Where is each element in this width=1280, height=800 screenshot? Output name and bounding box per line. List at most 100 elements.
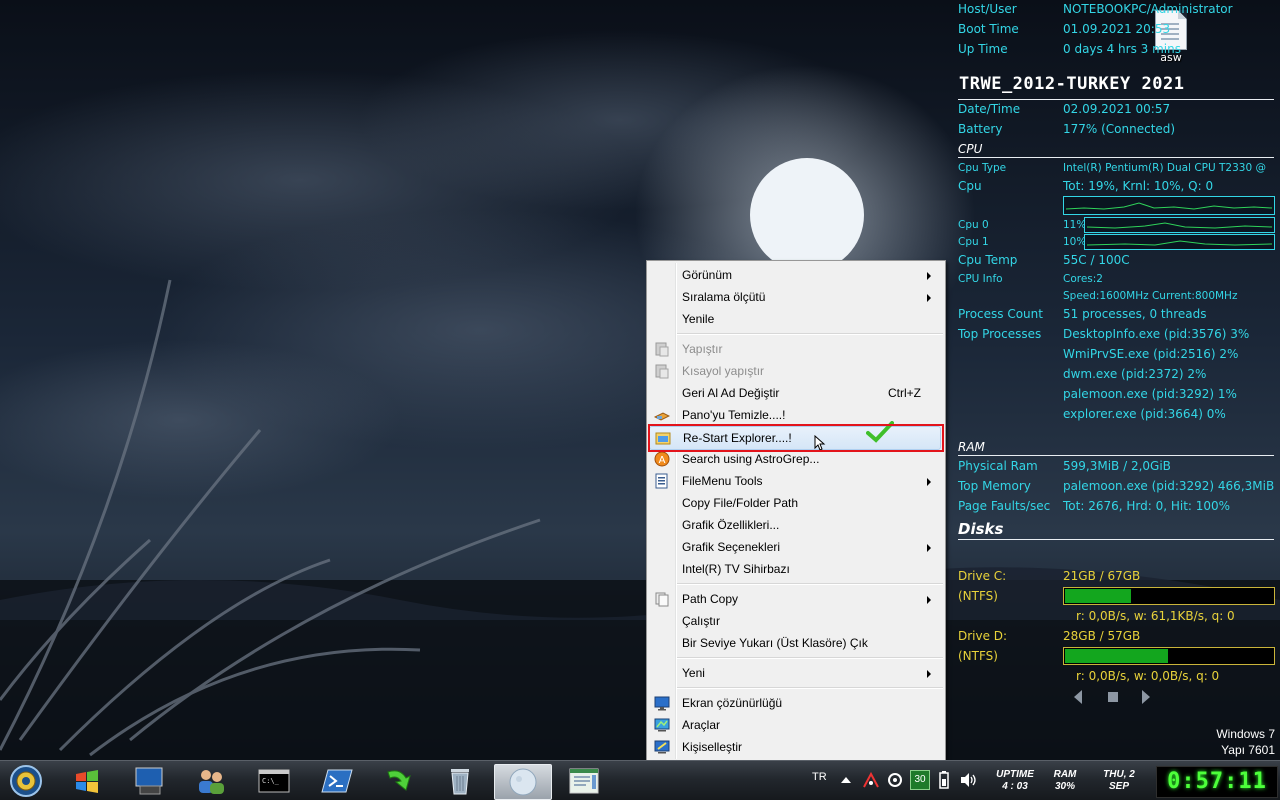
menu-item-calistir[interactable]: Çalıştır [649, 610, 941, 632]
submenu-arrow-icon [927, 544, 931, 552]
menu-item-label: Araçlar [682, 718, 721, 732]
taskbar-computer[interactable] [122, 764, 178, 798]
taskbar-windows-tools[interactable] [60, 764, 116, 798]
cpu0-label: Cpu 0 [958, 219, 989, 231]
menu-item-kisayol-yapistir[interactable]: Kısayol yapıştır [649, 360, 941, 382]
menu-item-label: Sıralama ölçütü [682, 290, 766, 304]
cpu-temp-value: 55C / 100C [1063, 253, 1130, 267]
stop-icon[interactable] [1108, 692, 1118, 702]
prev-icon[interactable] [1074, 690, 1082, 704]
cpu-temp-label: Cpu Temp [958, 253, 1018, 267]
start-orb-icon[interactable] [6, 764, 46, 798]
cpu-info-label: CPU Info [958, 273, 1003, 285]
up-time-value: 0 days 4 hrs 3 mins [1063, 42, 1181, 56]
menu-item-geri-al[interactable]: Geri Al Ad Değiştir Ctrl+Z [649, 382, 941, 404]
disks-section-title: Disks [958, 520, 1004, 538]
drive-c-value: 21GB / 67GB [1063, 569, 1141, 583]
menu-item-gorunum[interactable]: Görünüm [649, 264, 941, 286]
menu-item-ekran-cozunurlugu[interactable]: Ekran çözünürlüğü [649, 692, 941, 714]
cpu0-value: 11% [1063, 219, 1087, 231]
menu-separator [677, 687, 943, 688]
host-user-value: NOTEBOOKPC/Administrator [1063, 2, 1233, 16]
cpu-section-title: CPU [958, 142, 983, 156]
boot-time-value: 01.09.2021 20:53 [1063, 22, 1171, 36]
cpu1-graph [1084, 234, 1275, 250]
menu-item-araclar[interactable]: Araçlar [649, 714, 941, 736]
taskbar-palemoon-active[interactable] [494, 764, 552, 800]
menu-item-yapistir[interactable]: Yapıştır [649, 338, 941, 360]
taskbar-powershell[interactable] [308, 764, 364, 798]
page-faults-label: Page Faults/sec [958, 499, 1051, 513]
cpu-total-graph [1063, 196, 1275, 215]
menu-item-ust-klasor[interactable]: Bir Seviye Yukarı (Üst Klasöre) Çık [649, 632, 941, 654]
menu-item-label: Geri Al Ad Değiştir [682, 386, 780, 400]
date-time-label: Date/Time [958, 102, 1021, 116]
menu-item-siralama[interactable]: Sıralama ölçütü [649, 286, 941, 308]
recycle-bin-icon [451, 769, 469, 795]
menu-item-label: Copy File/Folder Path [682, 496, 799, 510]
host-user-label: Host/User [958, 2, 1017, 16]
menu-item-pano-temizle[interactable]: Pano'yu Temizle....! [649, 404, 941, 426]
submenu-arrow-icon [927, 478, 931, 486]
taskbar-cmd[interactable]: C:\_ [246, 764, 302, 798]
volume-icon[interactable] [958, 770, 978, 790]
drive-c-usage-fill [1065, 589, 1131, 603]
taskbar-recycle-bin[interactable] [432, 764, 488, 798]
battery-value: 177% (Connected) [1063, 122, 1176, 136]
top-process-item: explorer.exe (pid:3664) 0% [1063, 407, 1226, 421]
sysinfo-title: TRWE_2012-TURKEY 2021 [959, 74, 1185, 94]
top-process-item: palemoon.exe (pid:3292) 1% [1063, 387, 1237, 401]
process-count-label: Process Count [958, 307, 1043, 321]
menu-item-grafik-secenekleri[interactable]: Grafik Seçenekleri [649, 536, 941, 558]
top-memory-value: palemoon.exe (pid:3292) 466,3MiB [1063, 479, 1275, 493]
submenu-arrow-icon [927, 670, 931, 678]
ram-value: 30% [1054, 781, 1075, 792]
computer-icon [135, 767, 163, 795]
desktop-context-menu: Görünüm Sıralama ölçütü Yenile Yapıştır … [646, 260, 946, 762]
menu-item-yeni[interactable]: Yeni [649, 662, 941, 684]
menu-item-path-copy[interactable]: Path Copy [649, 588, 941, 610]
ram-section-title: RAM [958, 440, 985, 454]
up-time-label: Up Time [958, 42, 1008, 56]
astrogrep-icon: A [654, 451, 670, 467]
menu-separator [677, 657, 943, 658]
menu-item-kisisellestir[interactable]: Kişiselleştir [649, 736, 941, 758]
users-icon [199, 770, 224, 794]
taskbar-notepad[interactable] [556, 764, 612, 798]
cpu-info-cores: Cores:2 [1063, 273, 1103, 285]
menu-item-copy-path[interactable]: Copy File/Folder Path [649, 492, 941, 514]
divider [958, 157, 1274, 158]
next-icon[interactable] [1142, 690, 1150, 704]
page-faults-value: Tot: 2676, Hrd: 0, Hit: 100% [1063, 499, 1231, 513]
menu-item-grafik-ozellikleri[interactable]: Grafik Özellikleri... [649, 514, 941, 536]
menu-item-label: Search using AstroGrep... [682, 452, 820, 466]
taskbar-clock[interactable]: 0:57:11 [1156, 766, 1278, 798]
language-indicator[interactable]: TR [812, 771, 827, 783]
record-icon[interactable] [886, 771, 904, 789]
menu-item-intel-tv[interactable]: Intel(R) TV Sihirbazı [649, 558, 941, 580]
show-hidden-icons-icon[interactable] [840, 775, 852, 785]
network-status-icon[interactable] [862, 771, 880, 789]
menu-item-label: Pano'yu Temizle....! [682, 408, 786, 422]
highlight-annotation-box [648, 424, 944, 452]
drive-d-value: 28GB / 57GB [1063, 629, 1141, 643]
date-widget[interactable]: THU, 2 SEP [1092, 769, 1146, 793]
drive-d-fs: (NTFS) [958, 649, 998, 663]
taskbar-download[interactable] [370, 764, 426, 798]
battery-icon[interactable] [934, 770, 954, 790]
cpu1-label: Cpu 1 [958, 236, 989, 248]
menu-item-yenile[interactable]: Yenile [649, 308, 941, 330]
battery-badge[interactable]: 30 [910, 770, 930, 790]
menu-item-filemenu-tools[interactable]: FileMenu Tools [649, 470, 941, 492]
menu-item-label: Bir Seviye Yukarı (Üst Klasöre) Çık [682, 636, 868, 650]
menu-item-label: Çalıştır [682, 614, 721, 628]
menu-item-label: Kısayol yapıştır [682, 364, 765, 378]
green-arrow-download-icon [387, 770, 411, 791]
ram-widget: RAM 30% [1046, 769, 1084, 793]
divider [958, 539, 1274, 540]
pale-moon-icon [509, 768, 537, 796]
submenu-arrow-icon [927, 294, 931, 302]
path-copy-icon [655, 592, 669, 607]
taskbar-users[interactable] [184, 764, 240, 798]
top-memory-label: Top Memory [958, 479, 1031, 493]
